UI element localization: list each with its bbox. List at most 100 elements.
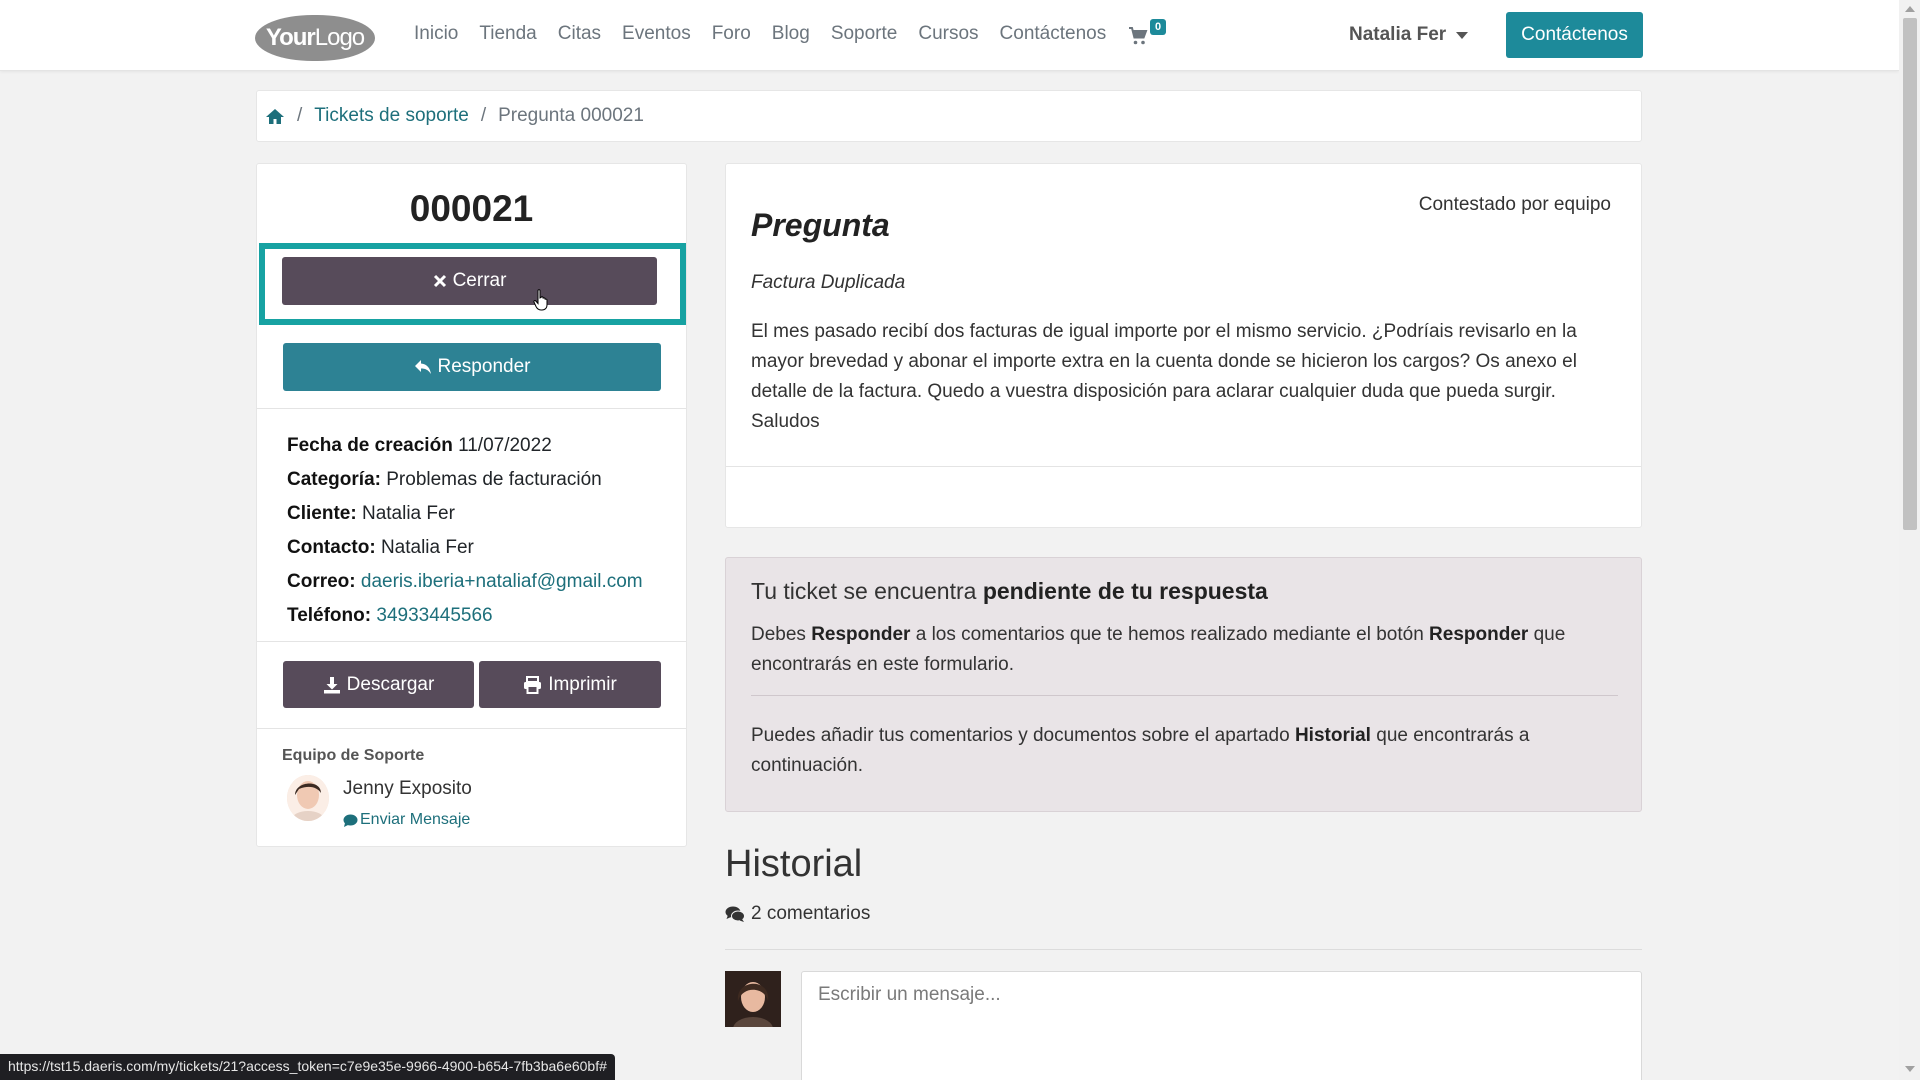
print-button[interactable]: Imprimir [479, 661, 661, 708]
ticket-info-list: Fecha de creación 11/07/2022 Categoría: … [287, 429, 643, 633]
agent-name: Jenny Exposito [343, 778, 472, 799]
phone-link[interactable]: 34933445566 [376, 605, 492, 626]
download-icon [323, 676, 340, 693]
agent-avatar [287, 775, 329, 821]
close-icon [433, 274, 446, 288]
history-instructions: Puedes añadir tus comentarios y document… [751, 721, 1611, 781]
nav-foro[interactable]: Foro [712, 23, 751, 45]
user-name: Natalia Fer [1349, 24, 1447, 45]
send-message-label: Enviar Mensaje [360, 811, 471, 828]
pending-instructions: Debes Responder a los comentarios que te… [751, 620, 1611, 680]
reply-button[interactable]: Responder [283, 343, 661, 391]
info-email: Correo: daeris.iberia+nataliaf@gmail.com [287, 565, 643, 599]
link-preview-status-bar: https://tst15.daeris.com/my/tickets/21?a… [0, 1054, 615, 1080]
info-label: Cliente: [287, 503, 357, 524]
breadcrumb-current: Pregunta 000021 [498, 105, 644, 126]
shopping-cart-icon [1129, 27, 1148, 45]
comment-count: 2 comentarios [725, 903, 870, 925]
close-ticket-button[interactable]: Cerrar [282, 257, 657, 305]
ticket-number: 000021 [409, 188, 534, 229]
nav-cursos[interactable]: Cursos [918, 23, 978, 45]
contact-button[interactable]: Contáctenos [1506, 12, 1643, 58]
email-link[interactable]: daeris.iberia+nataliaf@gmail.com [361, 571, 643, 592]
info-contact: Contacto: Natalia Fer [287, 531, 643, 565]
divider [257, 641, 686, 642]
nav-soporte[interactable]: Soporte [831, 23, 898, 45]
divider [725, 949, 1642, 950]
download-button[interactable]: Descargar [283, 661, 474, 708]
home-icon[interactable] [265, 107, 285, 125]
user-menu-dropdown[interactable]: Natalia Fer [1349, 24, 1469, 46]
divider [751, 695, 1618, 696]
logo-text-bold: Your [265, 24, 316, 51]
info-value: Natalia Fer [361, 503, 455, 524]
info-value: Natalia Fer [380, 537, 474, 558]
question-card: Contestado por equipo Pregunta Factura D… [725, 163, 1642, 528]
nav-blog[interactable]: Blog [772, 23, 810, 45]
nav-eventos[interactable]: Eventos [622, 23, 691, 45]
scroll-down-arrow-icon[interactable] [1905, 1066, 1915, 1072]
print-icon [524, 675, 542, 694]
info-value: Problemas de facturación [386, 469, 602, 490]
pending-title-prefix: Tu ticket se encuentra [751, 578, 977, 604]
pending-response-panel: Tu ticket se encuentra pendiente de tu r… [725, 557, 1642, 812]
close-button-label: Cerrar [452, 270, 507, 291]
logo-text-light: Logo [314, 24, 365, 51]
comments-icon [725, 906, 745, 922]
breadcrumb-tickets-link[interactable]: Tickets de soporte [314, 105, 469, 127]
nav-inicio[interactable]: Inicio [414, 23, 458, 45]
site-logo[interactable]: Your Logo [255, 15, 375, 61]
text-fragment: a los comentarios que te hemos realizado… [915, 624, 1424, 645]
scroll-thumb[interactable] [1903, 18, 1917, 530]
pending-title: Tu ticket se encuentra pendiente de tu r… [751, 578, 1268, 605]
main-nav: Inicio Tienda Citas Eventos Foro Blog So… [414, 23, 1127, 45]
divider [257, 728, 686, 729]
comment-count-text: 2 comentarios [751, 903, 871, 924]
text-bold-fragment: Responder [811, 624, 911, 645]
caret-down-icon [1456, 31, 1469, 39]
text-fragment: Puedes añadir tus comentarios y document… [751, 725, 1290, 746]
info-phone: Teléfono: 34933445566 [287, 599, 643, 633]
question-body: El mes pasado recibí dos facturas de igu… [751, 317, 1621, 437]
question-signoff: Saludos [751, 411, 820, 432]
hand-pointer-icon [533, 289, 548, 311]
top-navbar: Your Logo Inicio Tienda Citas Eventos For… [0, 0, 1899, 71]
info-value: 11/07/2022 [458, 435, 552, 456]
info-label: Teléfono: [287, 605, 372, 626]
breadcrumb: / Tickets de soporte / Pregunta 000021 [256, 90, 1642, 142]
page-scrollbar[interactable] [1899, 0, 1920, 1080]
info-label: Contacto: [287, 537, 376, 558]
text-bold-fragment: Responder [1429, 624, 1529, 645]
scroll-up-arrow-icon[interactable] [1905, 6, 1915, 12]
cart-link[interactable]: 0 [1128, 19, 1167, 46]
cart-count-badge: 0 [1150, 19, 1167, 35]
info-label: Correo: [287, 571, 356, 592]
question-body-text: El mes pasado recibí dos facturas de igu… [751, 321, 1577, 402]
reply-button-label: Responder [437, 356, 531, 377]
print-button-label: Imprimir [548, 673, 617, 695]
user-avatar [725, 971, 781, 1027]
nav-tienda[interactable]: Tienda [479, 23, 536, 45]
text-fragment: Debes [751, 624, 806, 645]
breadcrumb-separator: / [297, 105, 303, 126]
message-input[interactable] [801, 971, 1642, 1080]
question-title: Pregunta [751, 207, 890, 243]
download-button-label: Descargar [346, 673, 435, 695]
nav-citas[interactable]: Citas [558, 23, 601, 45]
question-subject: Factura Duplicada [751, 272, 906, 293]
reply-icon [414, 360, 431, 374]
info-label: Categoría: [287, 469, 381, 490]
divider [257, 408, 686, 409]
pending-title-bold: pendiente de tu respuesta [982, 578, 1268, 604]
support-team-title: Equipo de Soporte [282, 747, 425, 764]
text-bold-fragment: Historial [1294, 725, 1371, 746]
history-title: Historial [725, 843, 863, 885]
info-category: Categoría: Problemas de facturación [287, 463, 643, 497]
breadcrumb-separator: / [480, 105, 487, 126]
comment-icon [343, 814, 358, 827]
ticket-sidebar-card: 000021 Cerrar Responder Fecha de creació… [256, 163, 687, 847]
divider [726, 466, 1641, 467]
nav-contactenos[interactable]: Contáctenos [1000, 23, 1107, 45]
info-label: Fecha de creación [287, 435, 453, 456]
send-message-link[interactable]: Enviar Mensaje [343, 811, 470, 829]
